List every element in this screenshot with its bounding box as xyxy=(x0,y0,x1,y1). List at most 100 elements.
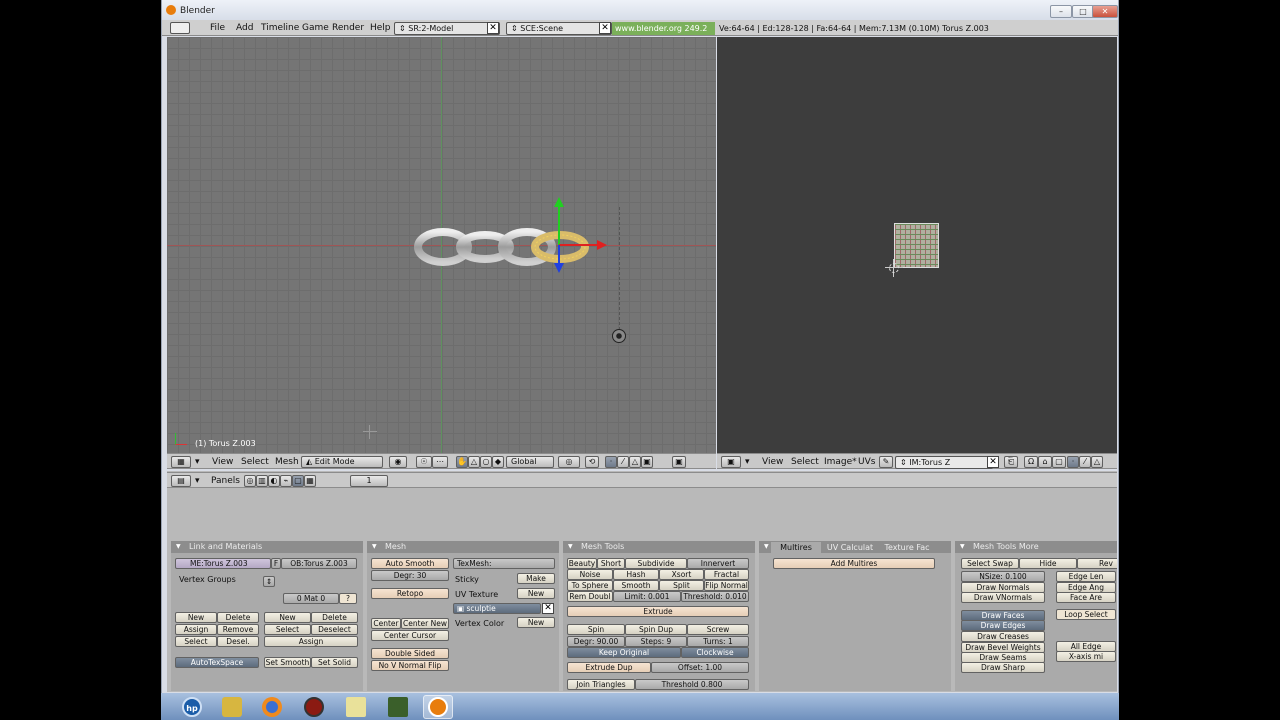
maximize-button[interactable]: □ xyxy=(1072,5,1094,18)
buttons-expand-icon[interactable]: ▾ xyxy=(195,476,200,486)
clockwise-toggle[interactable]: Clockwise xyxy=(681,647,749,658)
scene-selector[interactable]: ⇕ SCE:Scene xyxy=(506,22,612,35)
pivot-button[interactable]: ☉ xyxy=(416,456,432,468)
uv-editor-type-menu[interactable]: ▣ xyxy=(721,456,741,468)
vertex-select-button[interactable]: · xyxy=(605,456,617,468)
taskbar-firefox[interactable] xyxy=(257,695,287,719)
image-paint-button[interactable]: ⌂ xyxy=(1038,456,1052,468)
3d-viewport[interactable]: (1) Torus Z.003 xyxy=(167,37,716,453)
hide-button[interactable]: Hide xyxy=(1019,558,1077,569)
screw-turns-field[interactable]: Turns: 1 xyxy=(687,636,749,647)
draw-type-button[interactable]: ◉ xyxy=(389,456,407,468)
editor-type-icon[interactable] xyxy=(170,22,190,34)
offset-field[interactable]: Offset: 1.00 xyxy=(651,662,749,673)
texmesh-field[interactable]: TexMesh: xyxy=(453,558,555,569)
xsort-button[interactable]: Xsort xyxy=(659,569,704,580)
retopo-toggle[interactable]: Retopo xyxy=(371,588,449,599)
add-multires-button[interactable]: Add Multires xyxy=(773,558,935,569)
uv-menu-view[interactable]: View xyxy=(762,457,783,467)
uv-image-editor[interactable] xyxy=(717,37,1117,453)
scene-delete-button[interactable]: ✕ xyxy=(599,22,611,34)
uv-expand-icon[interactable]: ▾ xyxy=(745,457,750,467)
noise-button[interactable]: Noise xyxy=(567,569,613,580)
taskbar-app-5[interactable] xyxy=(383,695,413,719)
uv-vertex-select-button[interactable]: · xyxy=(1067,456,1079,468)
mode-selector[interactable]: ◭ Edit Mode xyxy=(301,456,383,468)
translate-button[interactable]: ✋ xyxy=(456,456,468,468)
menu-game[interactable]: Game xyxy=(302,23,329,33)
uv-layer-field[interactable]: ▣ sculptie xyxy=(453,603,541,614)
uv-menu-select[interactable]: Select xyxy=(791,457,819,467)
innervert-menu[interactable]: Innervert xyxy=(687,558,749,569)
split-button[interactable]: Split xyxy=(659,580,704,591)
editor-type-menu[interactable]: ▦ xyxy=(171,456,191,468)
menu-help[interactable]: Help xyxy=(370,23,391,33)
buttons-editor-type-menu[interactable]: ▤ xyxy=(171,475,191,487)
reveal-button[interactable]: Rev xyxy=(1077,558,1117,569)
material-help-button[interactable]: ? xyxy=(339,593,357,604)
menu-select[interactable]: Select xyxy=(241,457,269,467)
edge-select-button[interactable]: ⁄ xyxy=(617,456,629,468)
editing-context-button[interactable]: ▢ xyxy=(292,475,304,487)
layer-button[interactable]: ◎ xyxy=(558,456,580,468)
vgroup-desel-button[interactable]: Desel. xyxy=(217,636,259,647)
start-button[interactable]: hp xyxy=(177,695,207,719)
mesh-name-field[interactable]: ME:Torus Z.003 xyxy=(175,558,271,569)
to-sphere-button[interactable]: To Sphere xyxy=(567,580,613,591)
select-swap-button[interactable]: Select Swap xyxy=(961,558,1019,569)
menu-add[interactable]: Add xyxy=(236,23,253,33)
no-v-normal-flip-toggle[interactable]: No V Normal Flip xyxy=(371,660,449,671)
center-new-button[interactable]: Center New xyxy=(401,618,449,629)
menu-file[interactable]: File xyxy=(210,23,225,33)
material-select-button[interactable]: Select xyxy=(264,624,311,635)
vertex-group-menu[interactable]: ⇕ xyxy=(263,576,275,587)
material-index-field[interactable]: 0 Mat 0 xyxy=(283,593,339,604)
face-area-toggle[interactable]: Face Are xyxy=(1056,592,1116,603)
vgroup-assign-button[interactable]: Assign xyxy=(175,624,217,635)
autotexspace-toggle[interactable]: AutoTexSpace xyxy=(175,657,259,668)
fractal-button[interactable]: Fractal xyxy=(704,569,749,580)
tab-texture-face[interactable]: Texture Fac xyxy=(879,542,935,553)
uv-layer-delete-button[interactable]: ✕ xyxy=(542,603,554,614)
short-toggle[interactable]: Short xyxy=(597,558,625,569)
vgroup-new-button[interactable]: New xyxy=(175,612,217,623)
limit-field[interactable]: Limit: 0.001 xyxy=(613,591,681,602)
manipulator-toggle[interactable]: ⋯ xyxy=(432,456,448,468)
material-delete-button[interactable]: Delete xyxy=(311,612,358,623)
menu-view[interactable]: View xyxy=(212,457,233,467)
image-selector[interactable]: ⇕ IM:Torus Z xyxy=(895,456,993,469)
tab-multires[interactable]: Multires xyxy=(771,542,821,553)
tab-uv-calculation[interactable]: UV Calculat xyxy=(825,542,875,553)
uv-texture-new-button[interactable]: New xyxy=(517,588,555,599)
object-context-button[interactable]: ⌁ xyxy=(280,475,292,487)
x-axis-mirror-toggle[interactable]: X-axis mi xyxy=(1056,651,1116,662)
menu-timeline[interactable]: Timeline xyxy=(261,23,299,33)
taskbar-media[interactable] xyxy=(299,695,329,719)
face-select-button[interactable]: △ xyxy=(629,456,641,468)
occlude-button[interactable]: ⟲ xyxy=(585,456,599,468)
expand-icon[interactable]: ▾ xyxy=(195,457,200,467)
spin-dup-button[interactable]: Spin Dup xyxy=(625,624,687,635)
auto-smooth-toggle[interactable]: Auto Smooth xyxy=(371,558,449,569)
close-button[interactable]: ✕ xyxy=(1092,5,1118,18)
image-alpha-button[interactable]: ▢ xyxy=(1052,456,1066,468)
smooth-button[interactable]: Smooth xyxy=(613,580,659,591)
scale-button[interactable]: ○ xyxy=(480,456,492,468)
render-preview-button[interactable]: ▣ xyxy=(672,456,686,468)
uv-face-select-button[interactable]: △ xyxy=(1091,456,1103,468)
beauty-toggle[interactable]: Beauty xyxy=(567,558,597,569)
double-sided-toggle[interactable]: Double Sided xyxy=(371,648,449,659)
blender-org-link[interactable]: www.blender.org 249.2 xyxy=(612,22,715,35)
threshold-field[interactable]: Threshold: 0.010 xyxy=(681,591,749,602)
screen-delete-button[interactable]: ✕ xyxy=(487,22,499,34)
image-pin-button[interactable]: Ω xyxy=(1024,456,1038,468)
script-context-button[interactable]: ▥ xyxy=(256,475,268,487)
material-deselect-button[interactable]: Deselect xyxy=(311,624,358,635)
join-triangles-button[interactable]: Join Triangles xyxy=(567,679,635,690)
spin-degr-field[interactable]: Degr: 90.00 xyxy=(567,636,625,647)
join-threshold-field[interactable]: Threshold 0.800 xyxy=(635,679,749,690)
draw-vnormals-toggle[interactable]: Draw VNormals xyxy=(961,592,1045,603)
nsize-field[interactable]: NSize: 0.100 xyxy=(961,571,1045,582)
edge-length-toggle[interactable]: Edge Len xyxy=(1056,571,1116,582)
loop-select-toggle[interactable]: Loop Select xyxy=(1056,609,1116,620)
